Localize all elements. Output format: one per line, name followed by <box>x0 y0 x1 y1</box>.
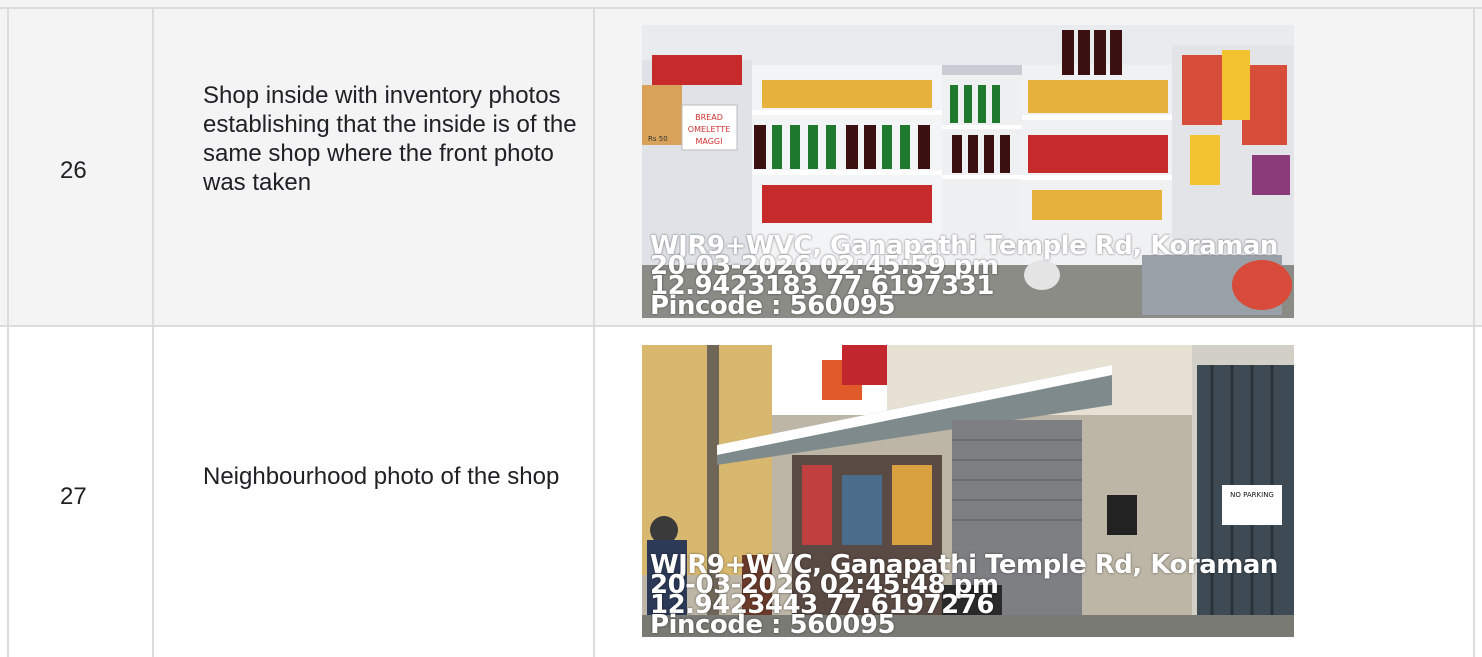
row-description: Neighbourhood photo of the shop <box>203 463 560 490</box>
shop-interior-photo: BREAD OMELETTE MAGGI Rs 50 WJR9+WVC, Gan… <box>642 25 1294 318</box>
photo-geotag-stamp: WJR9+WVC, Ganapathi Temple Rd, Koraman 2… <box>650 233 1294 318</box>
svg-text:OMELETTE: OMELETTE <box>688 125 730 134</box>
column-divider <box>152 7 154 327</box>
shop-street-photo: NO PARKING WJR9+WVC, Ganapathi Temple Rd… <box>642 345 1294 637</box>
shelf-sign-text: BREAD <box>695 113 723 122</box>
column-divider <box>593 7 595 327</box>
column-divider <box>7 7 9 327</box>
photo-geotag-stamp: WJR9+WVC, Ganapathi Temple Rd, Koraman 2… <box>650 552 1294 637</box>
row-number: 26 <box>60 157 87 184</box>
column-divider <box>593 327 595 657</box>
column-divider <box>152 327 154 657</box>
no-parking-sign-text: NO PARKING <box>1230 491 1274 499</box>
row-divider <box>0 7 1482 9</box>
table-row: 26 Shop inside with inventory photos est… <box>0 0 1482 327</box>
row-number: 27 <box>60 483 87 510</box>
table-row: 27 Neighbourhood photo of the shop NO PA… <box>0 327 1482 657</box>
svg-text:Rs 50: Rs 50 <box>648 135 668 143</box>
row-description: Shop inside with inventory photos establ… <box>203 82 577 196</box>
svg-text:MAGGI: MAGGI <box>696 137 723 146</box>
column-divider <box>7 327 9 657</box>
column-divider <box>1473 7 1475 327</box>
column-divider <box>1473 327 1475 657</box>
